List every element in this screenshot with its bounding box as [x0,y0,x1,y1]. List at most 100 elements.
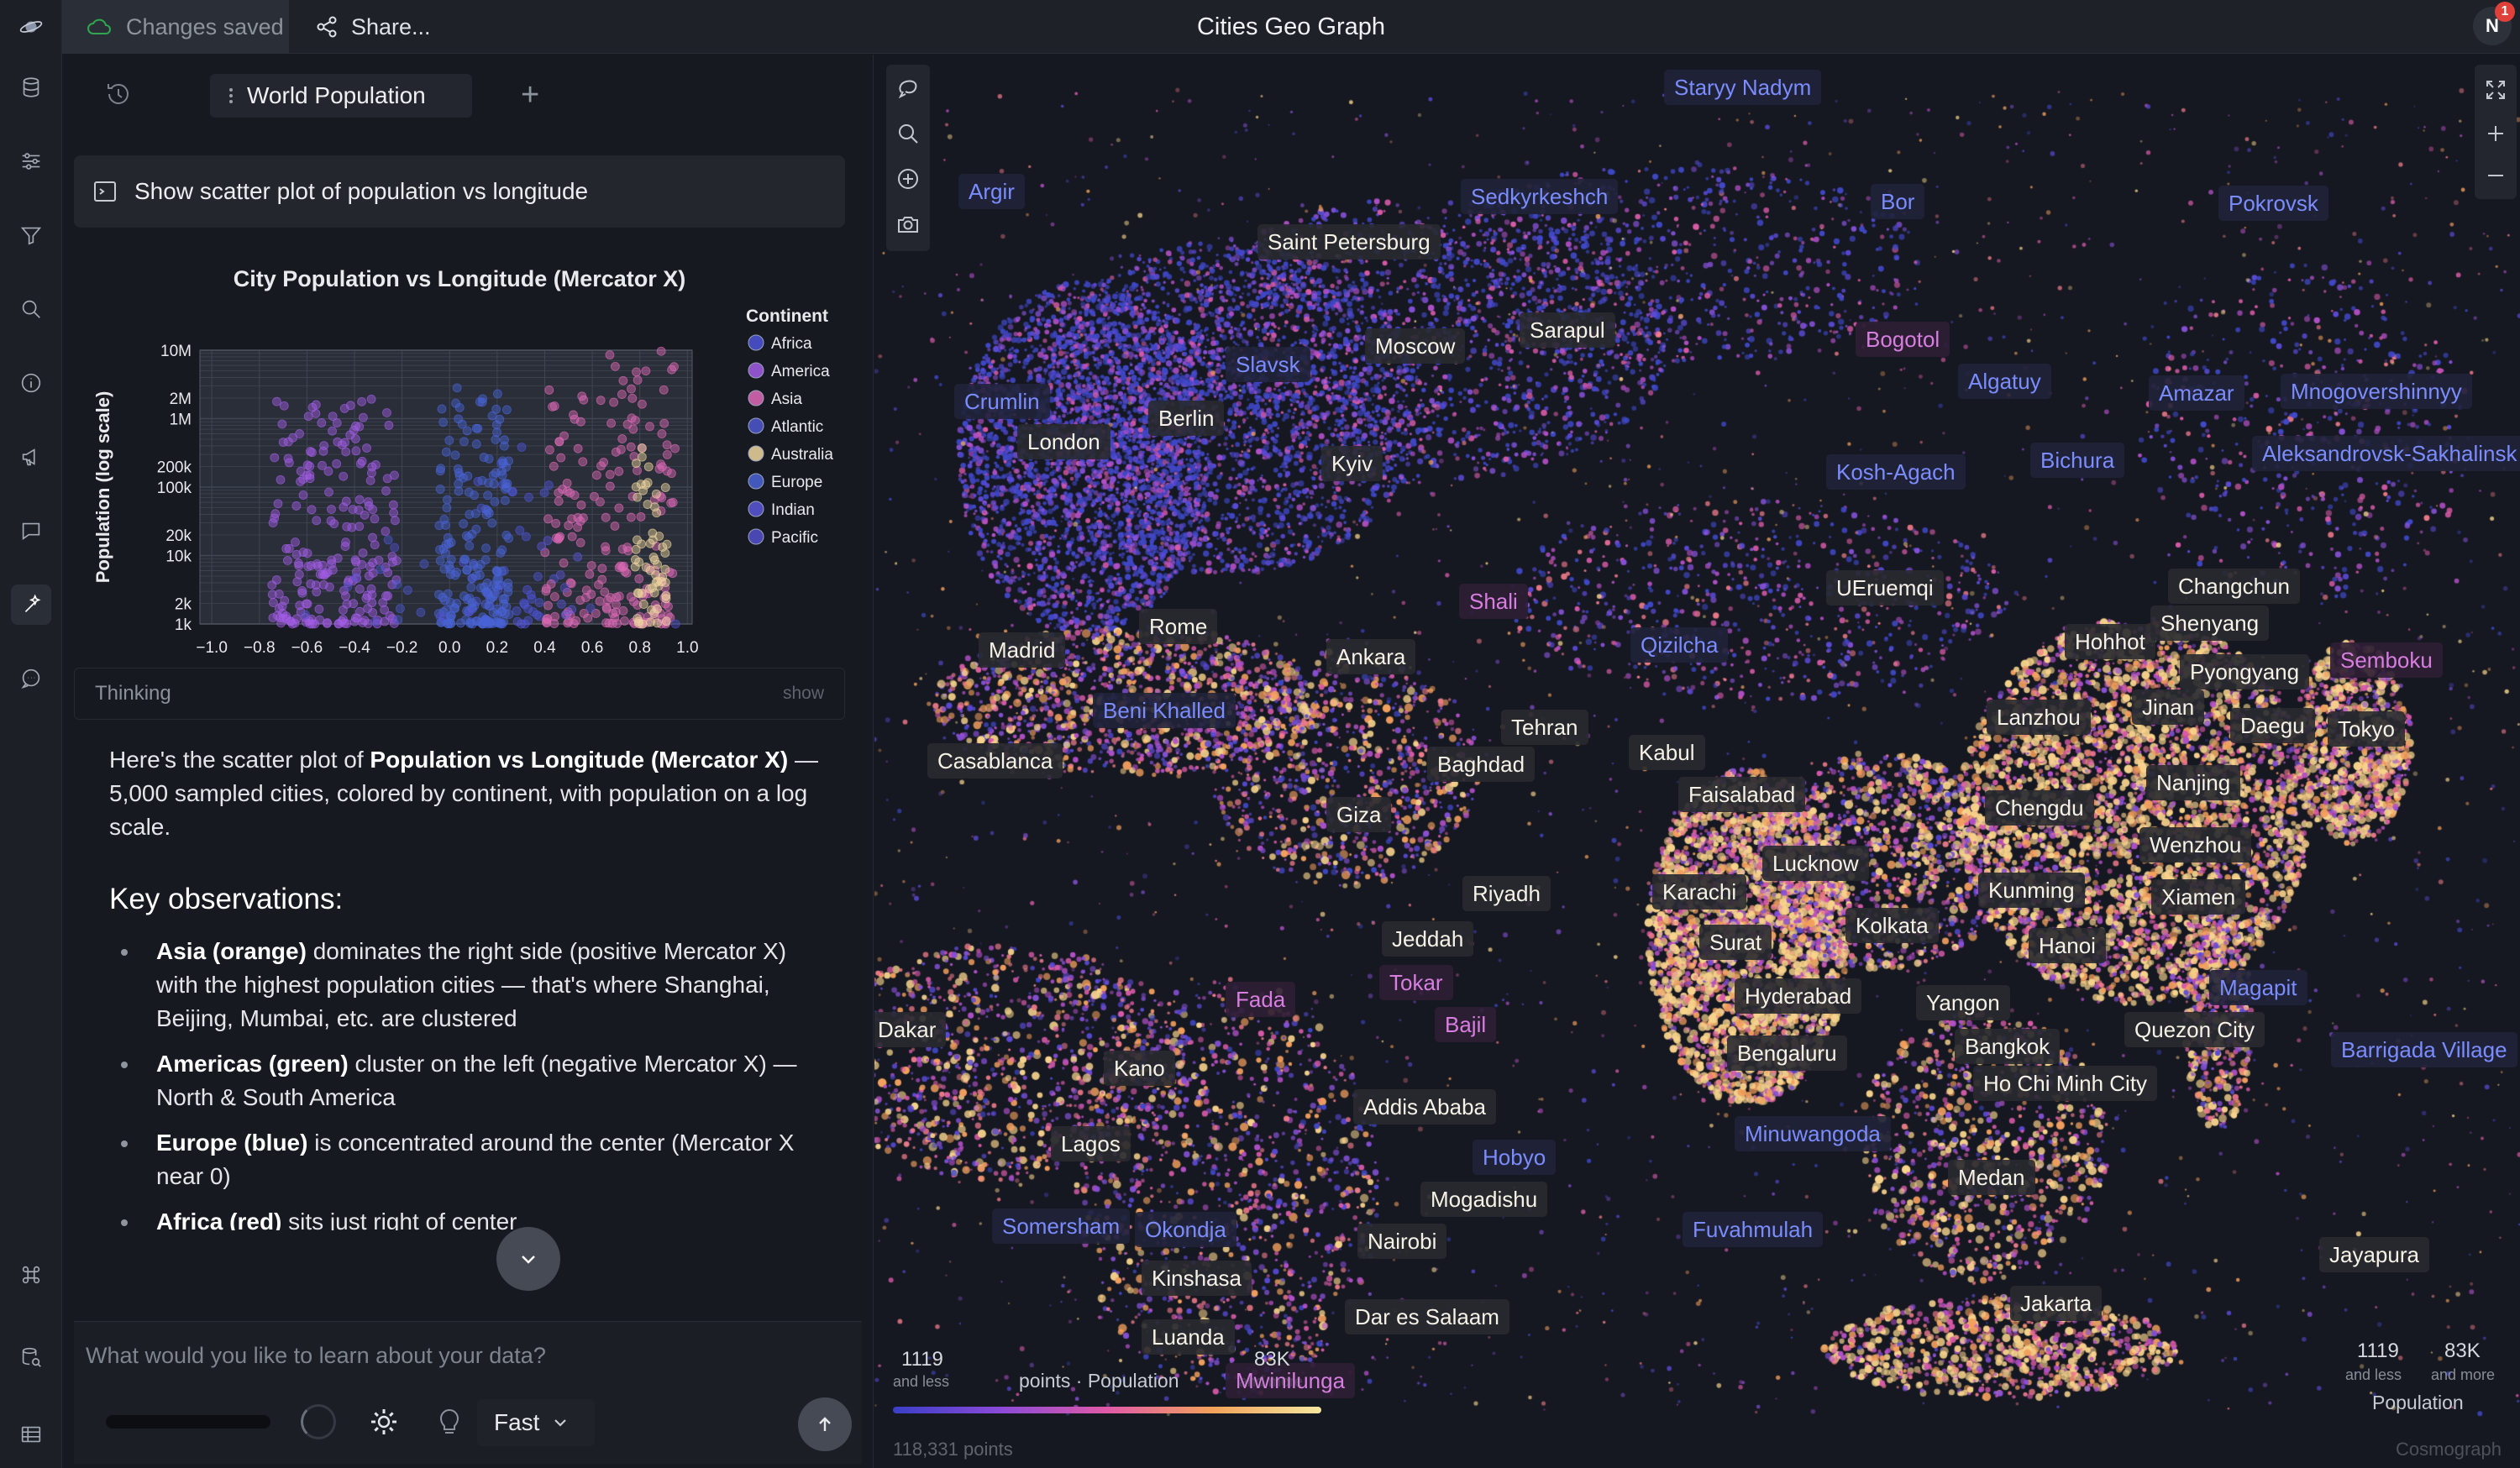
city-label[interactable]: Jakarta [2010,1286,2103,1321]
tab-world-population[interactable]: World Population [210,74,472,118]
city-label[interactable]: Ankara [1326,639,1416,674]
city-label[interactable]: Changchun [2168,569,2300,604]
city-label[interactable]: Bangkok [1955,1029,2061,1064]
table-icon[interactable] [11,1414,51,1455]
city-label[interactable]: Tokyo [2328,711,2405,747]
city-label[interactable]: Daegu [2230,708,2315,743]
city-label[interactable]: Dakar [874,1012,947,1047]
city-label[interactable]: Faisalabad [1678,777,1806,812]
city-label[interactable]: Baghdad [1427,747,1536,782]
city-label[interactable]: Kosh-Agach [1826,454,1966,490]
city-label[interactable]: UEruemqi [1826,570,1944,606]
city-label[interactable]: Shali [1459,584,1528,619]
city-label[interactable]: Casablanca [927,743,1063,779]
city-label[interactable]: Shenyang [2150,606,2270,641]
city-label[interactable]: Yangon [1916,985,2010,1020]
city-label[interactable]: Karachi [1652,874,1747,910]
city-label[interactable]: Somersham [992,1208,1131,1244]
speed-select[interactable]: Fast [477,1399,595,1446]
city-label[interactable]: Algatuy [1958,364,2051,399]
city-label[interactable]: Aleksandrovsk-Sakhalinsk [2252,436,2520,471]
city-label[interactable]: Ho Chi Minh City [1973,1066,2158,1101]
city-label[interactable]: Riyadh [1462,876,1551,911]
add-tab-button[interactable]: + [521,78,539,112]
city-label[interactable]: Sedkyrkeshch [1461,179,1619,214]
city-label[interactable]: Lucknow [1762,846,1869,881]
geo-map[interactable]: Staryy Nadym Argir Sedkyrkeshch Bor Pokrovsk… [874,55,2520,1468]
city-label[interactable]: Hyderabad [1735,978,1862,1014]
city-label[interactable]: Moscow [1365,328,1466,364]
city-label[interactable]: Kano [1104,1051,1175,1086]
city-label[interactable]: Hobyo [1473,1140,1557,1175]
city-label[interactable]: London [1017,424,1110,459]
city-label[interactable]: Amazar [2149,375,2244,411]
city-label[interactable]: Hohhot [2065,624,2155,659]
city-label[interactable]: Xiamen [2151,879,2246,915]
city-label[interactable]: Lanzhou [1987,700,2091,735]
city-label[interactable]: Sarapul [1520,312,1615,348]
city-label[interactable]: Kunming [1978,873,2085,908]
search-icon[interactable] [11,289,51,329]
share-button[interactable]: Share... [314,0,431,54]
database-icon[interactable] [11,67,51,107]
city-label[interactable]: Bogotol [1856,322,1950,357]
chat-input[interactable] [86,1337,842,1374]
city-label[interactable]: Semboku [2330,642,2443,678]
city-label[interactable]: Giza [1326,797,1392,832]
filter-icon[interactable] [11,215,51,255]
scroll-down-button[interactable] [496,1227,560,1291]
city-label[interactable]: Kabul [1629,735,1705,770]
city-label[interactable]: Argir [958,174,1025,209]
city-label[interactable]: Wenzhou [2139,827,2252,862]
history-icon[interactable] [104,80,133,108]
city-label[interactable]: Okondja [1135,1212,1236,1247]
command-icon[interactable] [11,1255,51,1295]
city-label[interactable]: Qizilcha [1630,627,1729,663]
thinking-section[interactable]: Thinking show [74,668,845,720]
city-label[interactable]: Pyongyang [2180,654,2310,689]
city-label[interactable]: Medan [1948,1160,2035,1195]
city-label[interactable]: Bor [1871,184,1925,219]
lightbulb-icon[interactable] [437,1406,462,1438]
zoom-in-icon[interactable] [2479,117,2512,150]
city-label[interactable]: Kyiv [1321,446,1383,481]
city-label[interactable]: Berlin [1148,401,1225,436]
city-label[interactable]: Dar es Salaam [1345,1299,1509,1334]
city-label[interactable]: Bajil [1435,1007,1497,1042]
city-label[interactable]: Lagos [1051,1126,1131,1161]
city-label[interactable]: Slavsk [1226,347,1310,382]
city-label[interactable]: Tehran [1501,710,1588,745]
city-label[interactable]: Addis Ababa [1353,1089,1497,1125]
city-label[interactable]: Crumlin [954,384,1050,419]
city-label[interactable]: Quezon City [2124,1012,2265,1047]
city-label[interactable]: Tokar [1379,965,1453,1000]
fullscreen-icon[interactable] [2479,73,2512,107]
city-label[interactable]: Kinshasa [1142,1261,1252,1296]
city-label[interactable]: Jayapura [2319,1237,2429,1272]
city-label[interactable]: Mnogovershinnyy [2281,374,2472,409]
sliders-icon[interactable] [11,141,51,181]
chat-bubble-icon[interactable] [11,658,51,699]
search-icon[interactable] [891,117,925,150]
add-circle-icon[interactable] [891,162,925,196]
city-label[interactable]: Hanoi [2029,928,2106,963]
camera-icon[interactable] [891,207,925,241]
megaphone-icon[interactable] [11,437,51,477]
city-label[interactable]: Rome [1139,609,1218,644]
city-label[interactable]: Saint Petersburg [1257,224,1441,260]
city-label[interactable]: Fada [1226,982,1296,1017]
city-label[interactable]: Jinan [2132,689,2205,725]
city-label[interactable]: Nairobi [1357,1224,1447,1259]
avatar[interactable]: N 1 [2473,2,2515,45]
city-label[interactable]: Nanjing [2146,765,2241,800]
city-label[interactable]: Mogadishu [1420,1182,1548,1217]
city-label[interactable]: Minuwangoda [1735,1116,1891,1151]
city-label[interactable]: Jeddah [1382,921,1474,957]
city-label[interactable]: Madrid [979,632,1066,668]
city-label[interactable]: Staryy Nadym [1664,70,1822,105]
gear-icon[interactable] [368,1406,400,1438]
lasso-icon[interactable] [891,71,925,105]
thinking-show-toggle[interactable]: show [783,684,824,704]
city-label[interactable]: Magapit [2209,970,2307,1005]
city-label[interactable]: Bengaluru [1727,1035,1847,1071]
